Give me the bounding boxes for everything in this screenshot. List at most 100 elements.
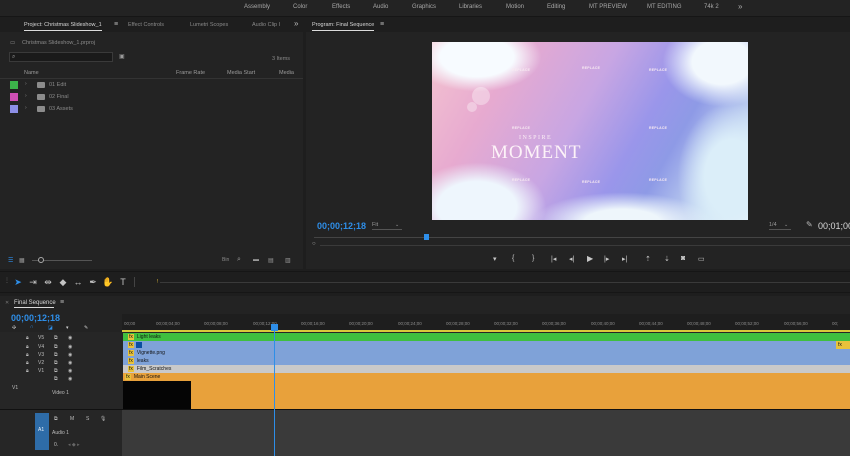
bin-row[interactable]: › 02 Final bbox=[0, 91, 300, 103]
track-select-tool-icon[interactable]: ⇥ bbox=[27, 276, 39, 288]
step-back-icon[interactable]: ◂| bbox=[569, 255, 574, 263]
clip-film-scratches[interactable]: fx Film_Scratches bbox=[123, 365, 850, 373]
clip-end-fx-badge[interactable]: fx bbox=[836, 341, 850, 349]
sync-lock-icon[interactable]: ⧉ bbox=[54, 376, 58, 382]
eye-icon[interactable]: ◉ bbox=[68, 360, 72, 366]
selection-tool-icon[interactable]: ➤ bbox=[12, 276, 24, 288]
bin-row[interactable]: › 01 Edit bbox=[0, 79, 300, 91]
source-patch-v1[interactable]: V1 bbox=[12, 385, 18, 391]
workspace-tab[interactable]: Color bbox=[293, 4, 307, 10]
workspace-tab[interactable]: MT PREVIEW bbox=[589, 4, 627, 10]
zoom-circle-icon[interactable]: ○ bbox=[312, 241, 316, 247]
sync-lock-icon[interactable]: ⧉ bbox=[54, 335, 58, 341]
type-tool-icon[interactable]: T bbox=[117, 276, 129, 288]
clip-main-scene[interactable]: fx Main Scene bbox=[123, 373, 850, 409]
zoom-slider-handle[interactable] bbox=[38, 257, 44, 263]
new-item-icon[interactable]: ▤ bbox=[268, 257, 274, 264]
clip-leaks[interactable]: fx leaks bbox=[123, 357, 850, 365]
comparison-view-icon[interactable]: ▭ bbox=[698, 255, 705, 263]
search-input[interactable]: ⌕ bbox=[9, 52, 113, 62]
column-frame-rate[interactable]: Frame Rate bbox=[176, 70, 205, 76]
workspace-overflow-icon[interactable]: » bbox=[738, 2, 742, 11]
track-name[interactable]: V4 bbox=[38, 344, 44, 350]
razor-tool-icon[interactable]: ◆ bbox=[57, 276, 69, 288]
lock-icon[interactable]: 🔒︎ bbox=[26, 344, 29, 350]
clear-icon[interactable]: ▥ bbox=[285, 257, 291, 264]
timeline-settings-icon[interactable]: ✎ bbox=[84, 325, 88, 331]
sync-lock-icon[interactable]: ⧉ bbox=[54, 352, 58, 358]
zoom-bar[interactable] bbox=[320, 245, 850, 246]
expand-triangle-icon[interactable]: › bbox=[25, 93, 27, 99]
ripple-edit-tool-icon[interactable]: ⇹ bbox=[42, 276, 54, 288]
monitor-scrubber[interactable] bbox=[314, 237, 850, 238]
new-bin-icon[interactable]: ▬ bbox=[253, 257, 259, 263]
play-icon[interactable]: ▶ bbox=[587, 254, 593, 263]
panel-menu-icon[interactable]: ≡ bbox=[380, 21, 384, 28]
timeline-timecode[interactable]: 00;00;12;18 bbox=[11, 313, 60, 323]
slip-tool-icon[interactable]: ↔ bbox=[72, 276, 84, 288]
close-tab-icon[interactable]: ✕ bbox=[5, 300, 9, 306]
panel-menu-icon[interactable]: ≡ bbox=[60, 299, 64, 306]
lift-icon[interactable]: ⇡ bbox=[645, 255, 651, 263]
export-frame-icon[interactable]: ◙ bbox=[681, 255, 685, 262]
workspace-tab[interactable]: Assembly bbox=[244, 4, 270, 10]
pen-tool-icon[interactable]: ✒ bbox=[87, 276, 99, 288]
workspace-tab[interactable]: Motion bbox=[506, 4, 524, 10]
eye-icon[interactable]: ◉ bbox=[68, 335, 72, 341]
mute-button[interactable]: M bbox=[70, 416, 74, 422]
column-name[interactable]: Name bbox=[24, 70, 39, 76]
automate-icon[interactable]: Bin bbox=[222, 257, 229, 263]
linked-selection-icon[interactable]: ∩ bbox=[30, 324, 34, 330]
track-name[interactable]: V5 bbox=[38, 335, 44, 341]
eye-icon[interactable]: ◉ bbox=[68, 344, 72, 350]
mark-in-icon[interactable]: { bbox=[512, 255, 514, 262]
track-name[interactable]: V2 bbox=[38, 360, 44, 366]
add-marker-icon[interactable]: ▾ bbox=[493, 255, 497, 263]
lock-icon[interactable]: 🔒︎ bbox=[26, 352, 29, 358]
lock-icon[interactable]: 🔒︎ bbox=[26, 335, 29, 341]
tab-program[interactable]: Program: Final Sequence bbox=[312, 22, 375, 31]
tab-final-sequence[interactable]: Final Sequence bbox=[14, 300, 56, 306]
wrench-icon[interactable]: ✎ bbox=[806, 220, 813, 229]
column-media-start[interactable]: Media Start bbox=[227, 70, 255, 76]
clip-marker[interactable] bbox=[136, 342, 142, 348]
mark-out-icon[interactable]: } bbox=[532, 255, 534, 262]
monitor-playhead[interactable] bbox=[424, 234, 429, 240]
step-forward-icon[interactable]: |▸ bbox=[604, 255, 609, 263]
go-to-in-icon[interactable]: |◂ bbox=[551, 255, 556, 263]
icon-view-icon[interactable]: ▦ bbox=[19, 257, 25, 264]
eye-icon[interactable]: ◉ bbox=[68, 352, 72, 358]
program-timecode[interactable]: 00;00;12;18 bbox=[317, 221, 366, 231]
track-name[interactable]: V3 bbox=[38, 352, 44, 358]
workspace-tab[interactable]: Audio bbox=[373, 4, 388, 10]
timeline-playhead-handle[interactable] bbox=[271, 324, 278, 331]
find-icon[interactable]: ⌕ bbox=[237, 256, 241, 264]
tab-effect-controls[interactable]: Effect Controls bbox=[128, 22, 164, 28]
workspace-tab[interactable]: Effects bbox=[332, 4, 350, 10]
sync-lock-icon[interactable]: ⧉ bbox=[54, 344, 58, 350]
extract-icon[interactable]: ⇣ bbox=[664, 255, 670, 263]
workspace-tab[interactable]: Libraries bbox=[459, 4, 482, 10]
bin-row[interactable]: › 03 Assets bbox=[0, 103, 300, 115]
sync-lock-icon[interactable]: ⧉ bbox=[54, 368, 58, 374]
fit-dropdown[interactable]: Fit ⌄ bbox=[372, 222, 402, 230]
workspace-tab[interactable]: MT EDITING bbox=[647, 4, 682, 10]
marker-icon[interactable]: ▾ bbox=[66, 325, 69, 331]
workspace-tab[interactable]: 74k 2 bbox=[704, 4, 719, 10]
clip-vignette[interactable]: fx Vignette.png bbox=[123, 349, 850, 357]
new-search-bin-icon[interactable]: ▣ bbox=[119, 53, 125, 60]
track-name[interactable]: V1 bbox=[38, 368, 44, 374]
workspace-tab[interactable]: Graphics bbox=[412, 4, 436, 10]
clip-v4[interactable]: fx bbox=[123, 341, 850, 349]
sync-lock-icon[interactable]: ⧉ bbox=[54, 360, 58, 366]
tabs-overflow-icon[interactable]: » bbox=[294, 19, 298, 28]
snap-icon[interactable]: ✣ bbox=[12, 325, 16, 331]
go-to-out-icon[interactable]: ▸| bbox=[622, 255, 627, 263]
clip-light-leaks[interactable]: fx Light leaks bbox=[123, 333, 850, 341]
list-view-icon[interactable]: ☰ bbox=[8, 257, 13, 264]
source-patch-a1[interactable]: A1 bbox=[35, 413, 49, 450]
add-marker-icon[interactable]: ◪ bbox=[48, 325, 53, 331]
resolution-dropdown[interactable]: 1/4 ⌄ bbox=[769, 222, 791, 230]
column-media[interactable]: Media bbox=[279, 70, 294, 76]
expand-triangle-icon[interactable]: › bbox=[25, 81, 27, 87]
